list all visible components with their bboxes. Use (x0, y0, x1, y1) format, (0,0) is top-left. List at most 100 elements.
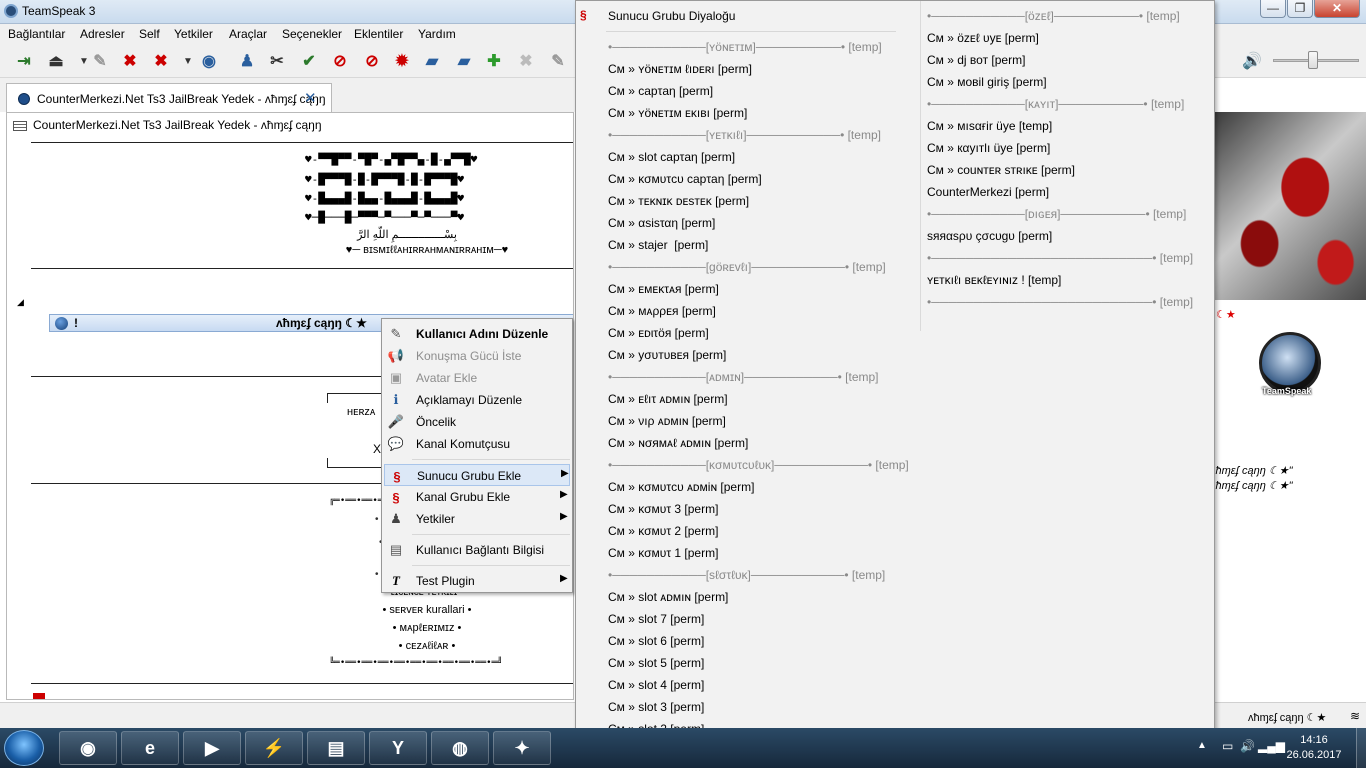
bismillah-channel[interactable]: ♥─ ʙɪsᴍɪℓℓᴀʜɪʀʀᴀʜᴍᴀɴɪʀʀᴀʜɪᴍ─♥ (307, 244, 547, 256)
menu-yetkiler[interactable]: Yetkiler (174, 27, 213, 41)
media-player-taskbar-icon[interactable]: ▶ (183, 731, 241, 765)
server-group-dialog-item[interactable]: Sunucu Grubu Diyaloğu (608, 9, 735, 23)
steam-taskbar-icon[interactable]: ◉ (59, 731, 117, 765)
whisper-icon[interactable]: ◉ (197, 49, 221, 73)
server-group-item[interactable]: Cм » ɴσяᴍᴀℓ ᴀᴅмıɴ [perm] (608, 436, 748, 450)
group-section-header[interactable]: •───────────[ʏöɴᴇᴛɪᴍ]──────────• [temp] (608, 40, 882, 54)
server-group-item[interactable]: Cм » ʏöɴᴇᴛɪᴍ ᴇκıʙı [perm] (608, 106, 747, 120)
server-group-item[interactable]: Cм » κσмυτcυ ᴀᴅмiɴ [perm] (608, 480, 754, 494)
close-tab-icon[interactable]: ✕ (304, 89, 317, 107)
connect-icon[interactable]: ⇥ (12, 49, 36, 73)
server-group-item[interactable]: Cм » slot 5 [perm] (608, 656, 704, 670)
menu-add-channel-group[interactable]: § Kanal Grubu Ekle ▶ (384, 486, 570, 508)
contacts-icon[interactable]: ♟ (235, 49, 259, 73)
server-group-item[interactable]: Cм » ᴍᴀρρᴇя [perm] (608, 304, 716, 318)
menu-connection-info[interactable]: ▤ Kullanıcı Bağlantı Bilgisi (384, 539, 570, 561)
server-group-item[interactable]: Cм » κσмυτcυ сарτаη [perm] (608, 172, 762, 186)
server-group-item[interactable]: ѕяяαѕρυ çσcυgυ [perm] (927, 229, 1052, 243)
server-group-item[interactable]: Cм » slot 4 [perm] (608, 678, 704, 692)
clock[interactable]: 14:16 26.06.2017 (1282, 733, 1346, 763)
maps-channel[interactable]: • ᴍᴀpℓᴇʀɪᴍɪz • (347, 622, 507, 634)
menu-eklentiler[interactable]: Eklentiler (354, 27, 403, 41)
counter-strike-taskbar-icon[interactable]: ✦ (493, 731, 551, 765)
penalties-channel[interactable]: • ᴄᴇzᴀℓiℓᴀʀ • (347, 640, 507, 652)
signal-tray-icon[interactable]: ▂▄▆ (1258, 739, 1285, 753)
yandex-taskbar-icon[interactable]: Y (369, 731, 427, 765)
server-group-item[interactable]: Cм » кαуıтlı üye [perm] (927, 141, 1050, 155)
disconnect-icon[interactable]: ⏏ (44, 49, 68, 73)
server-group-item[interactable]: Cм » slot сарτаη [perm] (608, 150, 735, 164)
server-group-item[interactable]: CounterMerkezi [perm] (927, 185, 1049, 199)
menu-adresler[interactable]: Adresler (80, 27, 125, 41)
network-tray-icon[interactable]: ▭ (1222, 739, 1233, 753)
group-section-header[interactable]: •───────────[κᴀʏıт]──────────• [temp] (927, 97, 1184, 111)
mute-speakers-icon[interactable]: ✖ (149, 49, 173, 73)
server-group-item[interactable]: ʏᴇтκıℓı вᴇκℓᴇʏıɴız ! [temp] (927, 273, 1061, 287)
server-group-item[interactable]: Cм » ᴇᴅιτöя [perm] (608, 326, 709, 340)
hosgeldin-channel[interactable]: ʜᴇʀzᴀ (347, 406, 375, 418)
server-group-item[interactable]: Cм » сарτаη [perm] (608, 84, 713, 98)
winamp-taskbar-icon[interactable]: ⚡ (245, 731, 303, 765)
minimize-button[interactable]: — (1260, 0, 1286, 18)
x-channel[interactable]: X (373, 442, 381, 456)
menu-self[interactable]: Self (139, 27, 160, 41)
away-icon[interactable]: ✎ (88, 49, 112, 73)
tab-server[interactable]: CounterMerkezi.Net Ts3 JailBreak Yedek -… (6, 83, 332, 112)
rules-channel[interactable]: • sᴇʀvᴇʀ kurallari • (347, 604, 507, 616)
menu-test-plugin[interactable]: T Test Plugin ▶ (384, 570, 570, 592)
menu-yardim[interactable]: Yardım (418, 27, 456, 41)
menu-request-talk-power[interactable]: 📢 Konuşma Gücü İste (384, 345, 570, 367)
group-section-header[interactable]: •───────────[ᴅıɢᴇя]──────────• [temp] (927, 207, 1186, 221)
banner-line-4[interactable]: ♥─█───█─▀▀▀─▀───▀─▀───▀♥ (305, 211, 464, 224)
volume-tray-icon[interactable]: 🔊 (1240, 739, 1255, 753)
server-group-item[interactable]: Cм » νıρ ᴀᴅмıɴ [perm] (608, 414, 726, 428)
remove-icon[interactable]: ✖ (514, 49, 538, 73)
tools-icon[interactable]: ✎ (546, 49, 570, 73)
menu-add-avatar[interactable]: ▣ Avatar Ekle (384, 367, 570, 389)
menu-add-server-group[interactable]: § Sunucu Grubu Ekle ▶ (384, 464, 570, 486)
menu-priority[interactable]: 🎤 Öncelik (384, 411, 570, 433)
server-group-item[interactable]: Cм » αsisταη [perm] (608, 216, 715, 230)
menu-channel-commander[interactable]: 💬 Kanal Komutçusu (384, 433, 570, 455)
server-group-item[interactable]: Cм » slot ᴀᴅмıɴ [perm] (608, 590, 728, 604)
mute-mic-icon[interactable]: ✖ (118, 49, 142, 73)
close-button[interactable]: ✕ (1314, 0, 1360, 18)
banner-line-3[interactable]: ♥-█▄▄▄█-█▄▄-█▄▄▄█-█▄▄▄█♥ (305, 192, 464, 205)
group-section-header[interactable]: •───────────[sℓστℓυκ]───────────• [temp] (608, 568, 885, 582)
server-group-item[interactable]: Cм » ᴛᴇκɴɪκ ᴅᴇsᴛᴇκ [perm] (608, 194, 749, 208)
menu-baglantilar[interactable]: Bağlantılar (8, 27, 65, 41)
teamspeak-taskbar-icon[interactable]: ◍ (431, 731, 489, 765)
group-section-header[interactable]: •───────────[göʀᴇᴠℓı]───────────• [temp] (608, 260, 886, 274)
server-group-icon[interactable]: ▰ (452, 49, 476, 73)
server-group-item[interactable]: Cм » özᴇℓ υуᴇ [perm] (927, 31, 1039, 45)
server-group-item[interactable]: Cм » dj вот [perm] (927, 53, 1025, 67)
group-section-header[interactable]: •───────────[ᴋσмυτcυℓυκ]───────────• [te… (608, 458, 909, 472)
gear-icon[interactable]: ✹ (390, 49, 414, 73)
ie-taskbar-icon[interactable]: e (121, 731, 179, 765)
server-group-item[interactable]: Cм » slot 7 [perm] (608, 612, 704, 626)
banner-line-1[interactable]: ♥-▀▀█▀▀-▀█▀-▄▀█▀▀▄-█-▄▀▀█♥ (305, 153, 477, 166)
server-group-item[interactable]: Cм » κσмυτ 2 [perm] (608, 524, 718, 538)
server-group-item[interactable]: Cм » slot 3 [perm] (608, 700, 704, 714)
server-row[interactable]: CounterMerkezi.Net Ts3 JailBreak Yedek -… (13, 118, 322, 132)
group-section-header[interactable]: •──────────────────────────• [temp] (927, 295, 1193, 309)
menu-araclar[interactable]: Araçlar (229, 27, 267, 41)
menu-permissions[interactable]: ♟ Yetkiler ▶ (384, 508, 570, 530)
menu-secenekler[interactable]: Seçenekler (282, 27, 342, 41)
server-group-item[interactable]: Cм » κσмυτ 3 [perm] (608, 502, 718, 516)
channel-icon[interactable]: ▰ (420, 49, 444, 73)
arabic-channel[interactable]: بِسْــــــــــــــمِ اللّهِ الرَّ (307, 228, 507, 241)
group-section-header[interactable]: •───────────[özᴇℓ]──────────• [temp] (927, 9, 1180, 23)
collapse-arrow-icon[interactable]: ◢ (17, 297, 24, 308)
kick-icon[interactable]: ✔ (297, 49, 321, 73)
explorer-taskbar-icon[interactable]: ▤ (307, 731, 365, 765)
menu-edit-nickname[interactable]: ✎ Kullanıcı Adını Düzenle (384, 323, 570, 345)
show-desktop-button[interactable] (1356, 728, 1366, 768)
add-icon[interactable]: ✚ (482, 49, 506, 73)
server-group-item[interactable]: Cм » couɴтᴇʀ sтʀıκᴇ [perm] (927, 163, 1075, 177)
server-group-item[interactable]: Cм » ᴇℓıτ ᴀᴅмıɴ [perm] (608, 392, 728, 406)
server-group-item[interactable]: Cм » мовil giriş [perm] (927, 75, 1047, 89)
poke-icon[interactable]: ⊘ (328, 49, 352, 73)
volume-slider-handle[interactable] (1308, 51, 1318, 69)
banner-line-2[interactable]: ♥-█▀▀▀█-█-█▀▀▀█-█-█▀▀▀█♥ (305, 173, 464, 186)
